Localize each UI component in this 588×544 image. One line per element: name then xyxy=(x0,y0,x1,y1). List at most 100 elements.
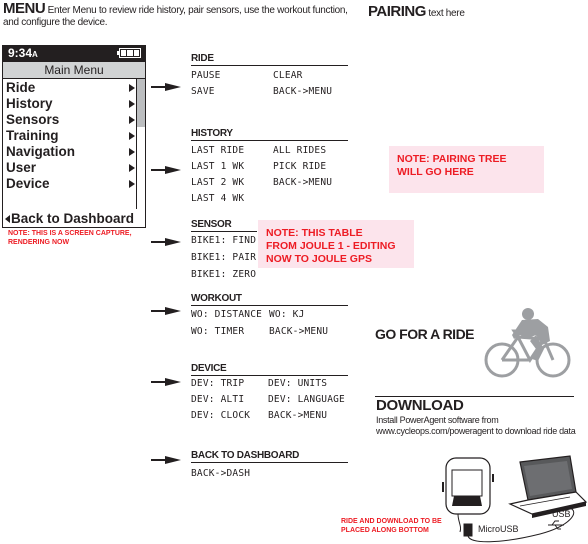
main-menu: Ride History Sensors Training Navigation… xyxy=(3,79,145,227)
menu-item-label: User xyxy=(6,160,37,175)
download-instructions: Install PowerAgent software from www.cyc… xyxy=(376,415,576,437)
menu-item-ride[interactable]: Ride xyxy=(6,80,135,96)
section-title: RIDE xyxy=(191,53,348,66)
device-screen: 9:34A Main Menu Ride History Sensors Tra… xyxy=(2,45,146,228)
menu-intro: MENU Enter Menu to review ride history, … xyxy=(3,1,353,29)
note-line: WILL GO HERE xyxy=(397,166,474,178)
back-label: Back to Dashboard xyxy=(11,211,135,226)
table-row: LAST 2 WK BACK->MENU xyxy=(191,175,348,191)
screen-capture-note: NOTE: THIS IS A SCREEN CAPTURE, RENDERIN… xyxy=(8,229,132,247)
menu-item-label: Training xyxy=(6,128,59,143)
menu-item-label: Ride xyxy=(6,80,36,95)
menu-option: DEV: LANGUAGE xyxy=(268,394,345,405)
arrow-right-icon xyxy=(151,378,181,386)
go-for-a-ride-heading: GO FOR A RIDE xyxy=(375,326,475,342)
note-line: PLACED ALONG BOTTOM xyxy=(341,527,429,534)
menu-item-training[interactable]: Training xyxy=(6,128,135,144)
layout-note: RIDE AND DOWNLOAD TO BE PLACED ALONG BOT… xyxy=(341,517,442,535)
status-bar: 9:34A xyxy=(3,45,145,62)
arrow-right-icon xyxy=(151,166,181,174)
table-row: WO: DISTANCE WO: KJ xyxy=(191,306,348,323)
menu-option: LAST 2 WK xyxy=(191,177,245,188)
section-title: WORKOUT xyxy=(191,293,348,306)
scrollbar[interactable] xyxy=(136,79,145,209)
note-line: RIDE AND DOWNLOAD TO BE xyxy=(341,518,442,525)
pairing-intro: PAIRING text here xyxy=(368,3,465,20)
laptop-icon xyxy=(508,455,588,518)
menu-option: WO: DISTANCE xyxy=(191,309,263,320)
menu-item-device[interactable]: Device xyxy=(6,176,135,192)
menu-option: WO: KJ xyxy=(269,309,305,320)
table-row: SAVE BACK->MENU xyxy=(191,84,348,100)
chevron-right-icon xyxy=(129,148,135,156)
section-title: SENSOR xyxy=(191,219,257,232)
chevron-left-icon xyxy=(5,215,10,223)
arrow-right-icon xyxy=(151,238,181,246)
screen-title: Main Menu xyxy=(3,62,145,79)
table-row: DEV: ALTI DEV: LANGUAGE xyxy=(191,392,348,408)
note-line: NOW TO JOULE GPS xyxy=(266,253,372,265)
note-line: RENDERING NOW xyxy=(8,239,70,246)
usb-symbol-icon xyxy=(548,520,564,530)
menu-option: PICK RIDE xyxy=(273,161,327,172)
arrow-right-icon xyxy=(151,307,181,315)
section-history: HISTORY LAST RIDE ALL RIDES LAST 1 WK PICK… xyxy=(191,128,348,207)
menu-item-label: Device xyxy=(6,176,50,191)
section-title: DEVICE xyxy=(191,363,348,376)
menu-option: LAST RIDE xyxy=(191,145,245,156)
device-laptop-illustration: MicroUSB USB xyxy=(442,455,588,543)
menu-item-history[interactable]: History xyxy=(6,96,135,112)
menu-item-sensors[interactable]: Sensors xyxy=(6,112,135,128)
section-title: BACK TO DASHBOARD xyxy=(191,450,348,463)
chevron-right-icon xyxy=(129,116,135,124)
table-row: BIKE1: ZERO xyxy=(191,266,273,283)
pairing-heading: PAIRING xyxy=(368,3,426,20)
section-back-to-dashboard: BACK TO DASHBOARD BACK->DASH xyxy=(191,450,348,482)
menu-item-label: Sensors xyxy=(6,112,60,127)
table-row: LAST 4 WK xyxy=(191,191,348,207)
table-row: LAST RIDE ALL RIDES xyxy=(191,143,348,159)
table-row: DEV: CLOCK BACK->MENU xyxy=(191,408,348,424)
pairing-description: text here xyxy=(428,8,465,19)
table-row: DEV: TRIP DEV: UNITS xyxy=(191,376,348,392)
menu-option: DEV: TRIP xyxy=(191,378,245,389)
menu-option: BACK->DASH xyxy=(191,468,251,479)
note-line: NOTE: PAIRING TREE xyxy=(397,153,507,165)
download-heading: DOWNLOAD xyxy=(376,397,464,414)
menu-option: BACK->MENU xyxy=(273,177,333,188)
menu-item-label: Navigation xyxy=(6,144,76,159)
menu-item-label: History xyxy=(6,96,53,111)
microusb-label: MicroUSB xyxy=(478,524,519,534)
chevron-right-icon xyxy=(129,164,135,172)
menu-option: PAUSE xyxy=(191,70,221,81)
menu-option: SAVE xyxy=(191,86,215,97)
menu-item-user[interactable]: User xyxy=(6,160,135,176)
back-to-dashboard-button[interactable]: Back to Dashboard xyxy=(5,211,134,227)
menu-option: BACK->MENU xyxy=(273,86,333,97)
menu-option: BIKE1: ZERO xyxy=(191,269,257,280)
menu-option: DEV: CLOCK xyxy=(191,410,251,421)
note-line: FROM JOULE 1 - EDITING xyxy=(266,240,396,252)
menu-item-navigation[interactable]: Navigation xyxy=(6,144,135,160)
cyclist-icon xyxy=(484,308,571,378)
table-edit-note: NOTE: THIS TABLE FROM JOULE 1 - EDITING … xyxy=(258,220,414,268)
table-row: WO: TIMER BACK->MENU xyxy=(191,323,348,340)
arrow-right-icon xyxy=(151,456,181,464)
table-row: LAST 1 WK PICK RIDE xyxy=(191,159,348,175)
arrow-right-icon xyxy=(151,83,181,91)
table-row: BACK->DASH xyxy=(191,466,348,482)
menu-option: BACK->MENU xyxy=(269,326,329,337)
section-workout: WORKOUT WO: DISTANCE WO: KJ WO: TIMER BACK… xyxy=(191,293,348,340)
note-line: NOTE: THIS IS A SCREEN CAPTURE, xyxy=(8,230,132,237)
menu-option: WO: TIMER xyxy=(191,326,245,337)
pairing-tree-note: NOTE: PAIRING TREE WILL GO HERE xyxy=(389,146,544,193)
chevron-right-icon xyxy=(129,180,135,188)
menu-option: BACK->MENU xyxy=(268,410,328,421)
chevron-right-icon xyxy=(129,100,135,108)
chevron-right-icon xyxy=(129,84,135,92)
chevron-right-icon xyxy=(129,132,135,140)
menu-option: DEV: UNITS xyxy=(268,378,328,389)
scrollbar-thumb[interactable] xyxy=(137,79,145,127)
menu-option: DEV: ALTI xyxy=(191,394,245,405)
download-line: Install PowerAgent software from xyxy=(376,415,499,425)
